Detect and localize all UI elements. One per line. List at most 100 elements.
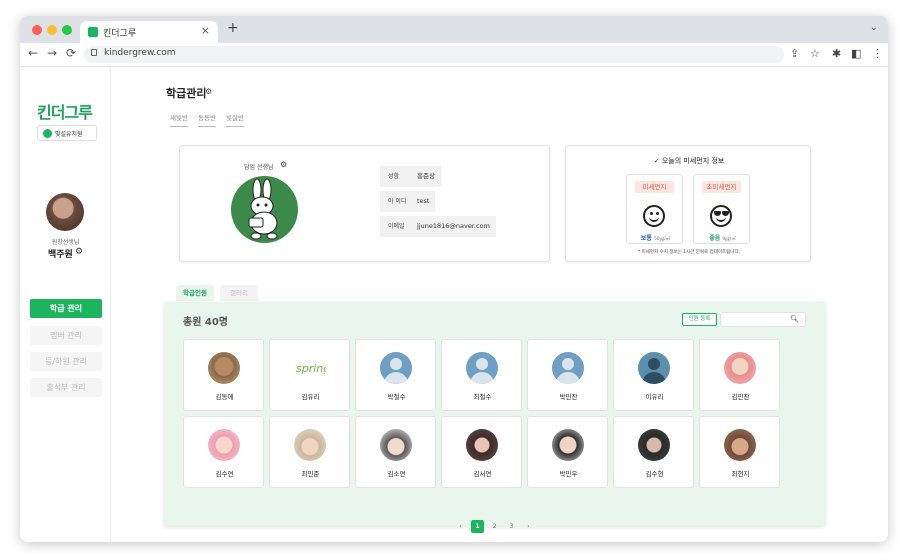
next-page-button[interactable]: › (522, 520, 535, 533)
member-card[interactable]: 최현지 (699, 416, 780, 488)
fine-dust-unit: 50㎍/㎥ (653, 237, 671, 242)
info-name-label: 성함 (380, 166, 413, 187)
member-card[interactable]: 최민준 (269, 416, 350, 488)
info-id-label: 아 이디 (380, 191, 413, 212)
member-name: 최철수 (473, 393, 492, 401)
tab-search-icon[interactable]: ⌄ (870, 22, 878, 33)
teacher-avatar (231, 176, 298, 243)
settings-icon[interactable]: ⚙ (205, 87, 212, 96)
page-title: 학급관리 (166, 87, 207, 100)
logo[interactable]: 킨더그루 (37, 99, 93, 123)
smile-icon (643, 205, 665, 227)
prev-page-button[interactable]: ‹ (454, 520, 467, 533)
search-icon[interactable]: 🔍︎ (790, 315, 799, 323)
info-email-label: 이메일 (380, 216, 413, 237)
member-card[interactable]: 김소연 (355, 416, 436, 488)
avatar[interactable] (46, 193, 84, 231)
minimize-window-button[interactable] (47, 25, 57, 35)
member-card[interactable]: spring 김유리 (269, 339, 350, 411)
page-2[interactable]: 2 (488, 520, 501, 533)
sidepanel-icon[interactable]: ◧ (851, 47, 861, 60)
fine-dust-grade: 보통 (640, 235, 652, 242)
tab-members[interactable]: 학급인원 (176, 285, 214, 301)
member-name: 김민찬 (731, 393, 750, 401)
child-photo-avatar (294, 429, 326, 461)
child-photo-avatar (552, 429, 584, 461)
member-card[interactable]: 김수현 (613, 416, 694, 488)
browser-tab[interactable]: 킨더그루 × (80, 21, 218, 43)
child-photo-avatar (724, 429, 756, 461)
member-name: 김수현 (645, 470, 664, 478)
member-card[interactable]: 김민찬 (699, 339, 780, 411)
back-button[interactable]: ← (28, 46, 38, 60)
tab-title: 킨더그루 (103, 29, 137, 39)
svg-text:spring: spring (296, 362, 326, 375)
info-id-value: test (413, 191, 436, 212)
forward-button[interactable]: → (47, 46, 57, 60)
tab-class-1[interactable]: 새빛반 (170, 110, 188, 127)
user-name: 백주원 (48, 250, 73, 260)
dust-note: * 미세먼지 수치 정보는 1시간 단위로 업데이트됩니다. (637, 250, 741, 255)
child-photo-avatar (208, 429, 240, 461)
member-card[interactable]: 김서연 (441, 416, 522, 488)
tab-strip: 킨더그루 × + ⌄ (20, 16, 888, 43)
address-bar[interactable]: kindergrew.com (84, 46, 784, 63)
extensions-icon[interactable]: ✱ (832, 47, 841, 60)
maximize-window-button[interactable] (62, 25, 72, 35)
ultrafine-dust-unit: 9㎍/㎥ (722, 237, 736, 242)
member-name: 김서연 (473, 470, 492, 478)
member-name: 박민찬 (559, 393, 578, 401)
member-card[interactable]: 이유리 (613, 339, 694, 411)
page-3[interactable]: 3 (505, 520, 518, 533)
school-icon (43, 129, 52, 138)
tab-class-2[interactable]: 동동반 (198, 110, 216, 127)
ultrafine-dust-grade: 좋음 (709, 235, 721, 242)
school-badge[interactable]: 빛설유치원 (37, 125, 97, 141)
fine-dust-box: 미세먼지 보통 50㎍/㎥ (626, 174, 683, 244)
kebab-menu-icon[interactable]: ⋮ (872, 47, 883, 60)
sidebar-item-members[interactable]: 멤버 관리 (30, 326, 102, 345)
member-card[interactable]: 김동에 (183, 339, 264, 411)
sidebar-item-roll[interactable]: 출석부 관리 (30, 378, 102, 397)
url-text: kindergrew.com (104, 48, 176, 58)
info-name-value: 홍준상 (413, 166, 441, 187)
member-card[interactable]: 박민우 (527, 416, 608, 488)
tab-close-icon[interactable]: × (201, 24, 210, 37)
tab-class-3[interactable]: 빛살반 (226, 110, 244, 127)
share-icon[interactable]: ⇪ (790, 47, 799, 60)
browser-toolbar: ← → ⟳ kindergrew.com ⇪ ☆ ✱ ◧ ⋮ (20, 43, 888, 67)
member-name: 김소연 (387, 470, 406, 478)
gear-icon[interactable]: ⚙ (75, 247, 83, 257)
new-tab-button[interactable]: + (227, 20, 239, 36)
member-card[interactable]: 김수연 (183, 416, 264, 488)
ultrafine-dust-box: 초미세먼지 좋음 9㎍/㎥ (693, 174, 750, 244)
member-card[interactable]: 박철수 (355, 339, 436, 411)
sidebar: 킨더그루 빛설유치원 원장선생님 백주원 ⚙ 학급 관리 멤버 관리 등/하원 … (20, 67, 111, 542)
dust-title: ✓ 오늘의 미세먼지 정보 (566, 156, 812, 166)
close-window-button[interactable] (32, 25, 42, 35)
member-name: 이유리 (645, 393, 664, 401)
dust-title-text: 오늘의 미세먼지 정보 (661, 157, 725, 165)
browser-window: 킨더그루 × + ⌄ ← → ⟳ kindergrew.com ⇪ ☆ ✱ ◧ … (20, 16, 888, 542)
search-input[interactable]: 🔍︎ (720, 312, 806, 327)
page-1[interactable]: 1 (471, 520, 484, 533)
member-card[interactable]: 박민찬 (527, 339, 608, 411)
default-avatar-icon (380, 352, 412, 384)
gear-icon[interactable]: ⚙ (280, 160, 287, 169)
star-icon[interactable]: ☆ (810, 47, 820, 60)
child-photo-avatar (638, 429, 670, 461)
member-name: 박철수 (387, 393, 406, 401)
member-card[interactable]: 최철수 (441, 339, 522, 411)
add-member-button[interactable]: 인원 등록 (682, 313, 717, 326)
sidebar-item-class[interactable]: 학급 관리 (30, 299, 102, 318)
reload-button[interactable]: ⟳ (66, 46, 76, 60)
default-avatar-icon (466, 352, 498, 384)
tab-gallery[interactable]: 갤러리 (220, 285, 258, 301)
sidebar-item-attendance[interactable]: 등/하원 관리 (30, 352, 102, 371)
user-role: 원장선생님 (51, 239, 80, 246)
sunglasses-icon (710, 205, 732, 227)
check-circle-icon: ✓ (653, 157, 662, 165)
dog-avatar (208, 352, 240, 384)
dust-card: ✓ 오늘의 미세먼지 정보 미세먼지 보통 50㎍/㎥ 초미세먼지 좋음 9㎍/… (565, 145, 811, 262)
member-name: 김동에 (215, 393, 234, 401)
